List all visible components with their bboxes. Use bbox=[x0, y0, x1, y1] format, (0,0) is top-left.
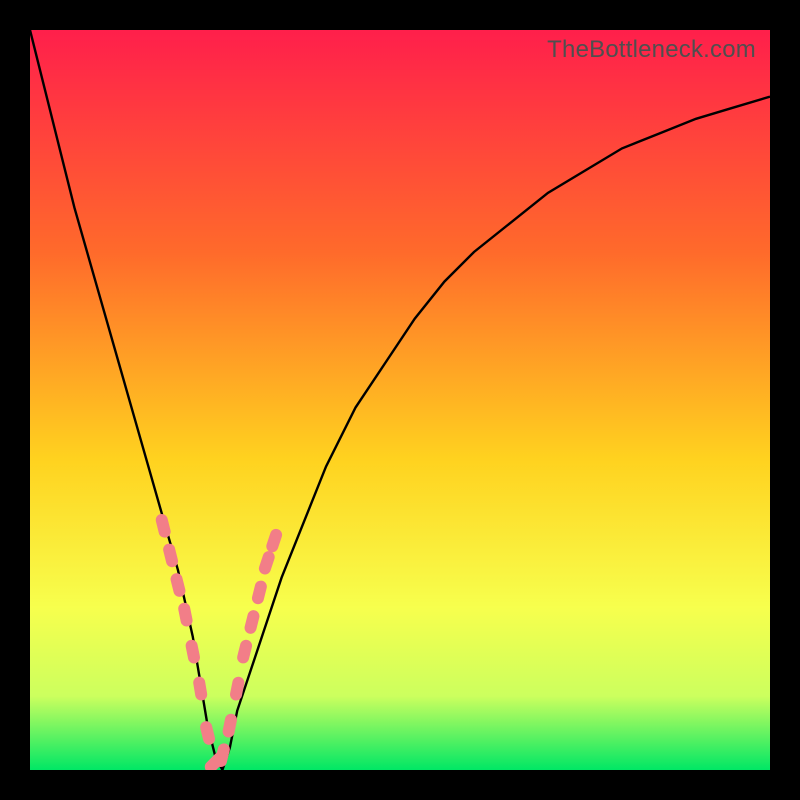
sample-point-marker bbox=[222, 713, 238, 739]
chart-svg bbox=[30, 30, 770, 770]
sample-point-marker bbox=[229, 676, 245, 702]
sample-point-marker bbox=[177, 602, 193, 628]
sample-point-marker bbox=[199, 720, 216, 746]
sample-point-marker bbox=[169, 572, 186, 598]
sample-point-marker bbox=[192, 676, 208, 702]
plot-area: TheBottleneck.com bbox=[30, 30, 770, 770]
bottleneck-curve bbox=[30, 30, 770, 770]
sample-points-group bbox=[154, 513, 283, 770]
sample-point-marker bbox=[185, 639, 201, 665]
sample-point-marker bbox=[214, 742, 231, 768]
sample-point-marker bbox=[251, 579, 268, 605]
sample-point-marker bbox=[265, 527, 284, 554]
sample-point-marker bbox=[162, 542, 179, 568]
sample-point-marker bbox=[243, 609, 260, 635]
watermark-text: TheBottleneck.com bbox=[547, 36, 756, 64]
sample-point-marker bbox=[236, 639, 253, 665]
sample-point-marker bbox=[257, 550, 276, 577]
chart-frame: TheBottleneck.com bbox=[0, 0, 800, 800]
sample-point-marker bbox=[154, 513, 171, 539]
